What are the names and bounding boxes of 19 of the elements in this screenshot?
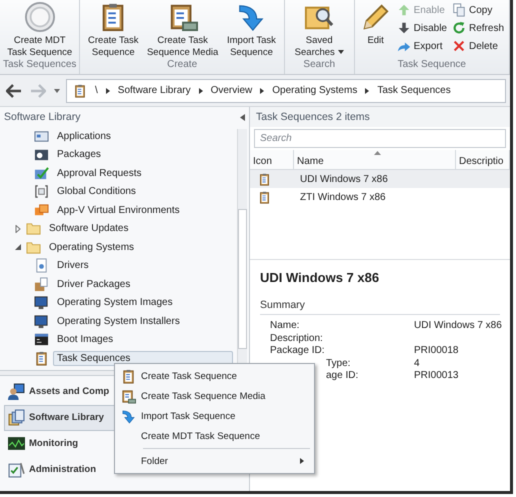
ribbon-group-label: Task Sequence [396,58,467,72]
field-label: age ID: [326,370,360,382]
list-title: Task Sequences 2 items [250,107,510,127]
field-value: PRI00018 [414,345,460,358]
section-title: Summary [260,299,500,315]
ribbon-group-label: Task Sequences [3,58,76,72]
field-label: Description: [270,332,324,345]
field-label: Package ID: [270,345,326,358]
ribbon-group-label: Create [166,58,198,72]
ribbon-group-label: Search [302,58,336,72]
field-label: Type: [326,358,352,370]
panel-title: Software Library [4,111,80,123]
details-title: UDI Windows 7 x86 [260,270,380,285]
field-value: PRI00013 [414,370,460,382]
name-cell-text: UDI Windows 7 x86 [299,174,389,184]
field-value: 4 [414,358,421,370]
field-value: UDI Windows 7 x86 [414,320,502,332]
name-cell-text: ZTI Windows 7 x86 [299,192,387,202]
field-label: Name: [270,320,300,332]
